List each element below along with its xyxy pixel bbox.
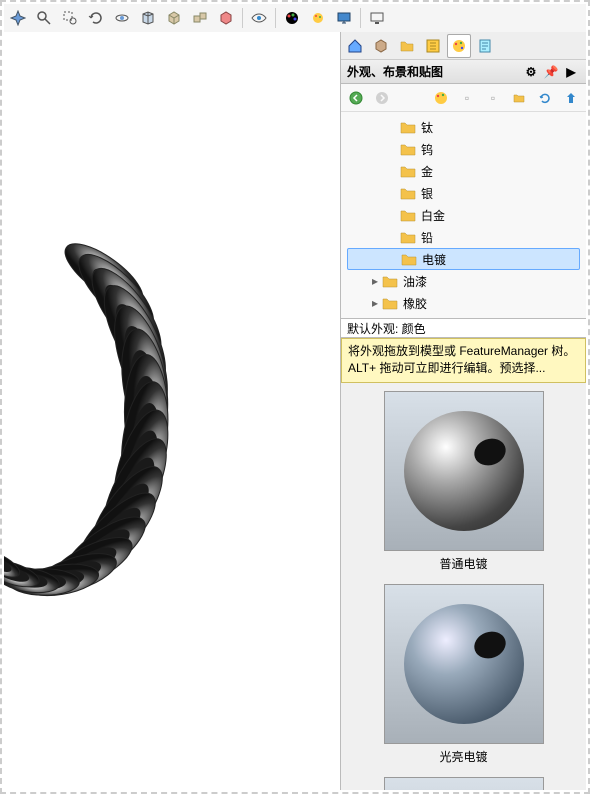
cube-icon[interactable] [162, 6, 186, 30]
tree-label: 钨 [421, 141, 433, 158]
tree-item-油漆[interactable]: ▸ 油漆 [347, 270, 580, 292]
compass-icon[interactable] [6, 6, 30, 30]
tree-item-钛[interactable]: 钛 [347, 116, 580, 138]
folder-icon [381, 296, 399, 310]
palette-icon[interactable] [280, 6, 304, 30]
eye-icon[interactable] [247, 6, 271, 30]
box1-icon[interactable]: ▫ [456, 87, 478, 109]
nav-back-icon[interactable] [345, 87, 367, 109]
rotate-icon[interactable] [84, 6, 108, 30]
preview-普通电镀[interactable]: 普通电镀 [349, 391, 578, 572]
preview-thumb[interactable] [384, 584, 544, 744]
folder-icon [399, 142, 417, 156]
tree-item-电镀[interactable]: 电镀 [347, 248, 580, 270]
box2-icon[interactable]: ▫ [482, 87, 504, 109]
preview-item[interactable] [349, 777, 578, 790]
tree-item-铅[interactable]: 铅 [347, 226, 580, 248]
preview-label: 普通电镀 [349, 555, 578, 572]
main-toolbar [4, 4, 586, 32]
zoom-area-icon[interactable] [58, 6, 82, 30]
folder-icon [381, 274, 399, 288]
folder-icon [399, 208, 417, 222]
preview-label: 光亮电镀 [349, 748, 578, 765]
help-tooltip: 将外观拖放到模型或 FeatureManager 树。ALT+ 拖动可立即进行编… [341, 338, 586, 383]
preview-area[interactable]: 普通电镀光亮电镀 [341, 383, 586, 790]
default-appearance-label: 默认外观: 颜色 [341, 318, 586, 338]
folder-tab-icon[interactable] [395, 34, 419, 58]
tree-label: 油漆 [403, 273, 427, 290]
tree-label: 银 [421, 185, 433, 202]
tree-label: 电镀 [422, 251, 446, 268]
tree-label: 钛 [421, 119, 433, 136]
appearance-tab-icon[interactable] [447, 34, 471, 58]
preview-thumb[interactable] [384, 391, 544, 551]
section-icon[interactable] [136, 6, 160, 30]
tree-item-金[interactable]: 金 [347, 160, 580, 182]
folder-icon [399, 186, 417, 200]
task-pane-tabs [341, 32, 586, 60]
palette-nav-icon[interactable] [430, 87, 452, 109]
display-icon[interactable] [332, 6, 356, 30]
preview-光亮电镀[interactable]: 光亮电镀 [349, 584, 578, 765]
nav-row: ▫ ▫ [341, 84, 586, 112]
tree-label: 白金 [421, 207, 445, 224]
nav-fwd-icon[interactable] [371, 87, 393, 109]
monitor-icon[interactable] [365, 6, 389, 30]
folder-icon [399, 164, 417, 178]
folder-icon [399, 230, 417, 244]
expand-icon[interactable]: ▸ [369, 296, 381, 310]
tree-label: 橡胶 [403, 295, 427, 312]
config-tab-icon[interactable] [421, 34, 445, 58]
color-cube-icon[interactable] [214, 6, 238, 30]
notes-tab-icon[interactable] [473, 34, 497, 58]
refresh-icon[interactable] [534, 87, 556, 109]
folder-icon [400, 252, 418, 266]
appearance-icon[interactable] [306, 6, 330, 30]
spring-model: (function(){ var g=document.getElementBy… [4, 62, 324, 762]
expand-icon[interactable]: ▸ [369, 274, 381, 288]
panel-title: 外观、布景和贴图 [347, 63, 443, 80]
assembly-tab-icon[interactable] [369, 34, 393, 58]
tree-item-白金[interactable]: 白金 [347, 204, 580, 226]
tree-item-钨[interactable]: 钨 [347, 138, 580, 160]
up-arrow-icon[interactable] [560, 87, 582, 109]
multi-cube-icon[interactable] [188, 6, 212, 30]
folder-icon [399, 120, 417, 134]
pin-icon[interactable]: 📌 [542, 63, 560, 81]
folder-nav-icon[interactable] [508, 87, 530, 109]
orbit-icon[interactable] [110, 6, 134, 30]
preview-thumb[interactable] [384, 777, 544, 790]
tree-label: 铅 [421, 229, 433, 246]
home-tab-icon[interactable] [343, 34, 367, 58]
appearance-tree[interactable]: 钛钨金银白金铅电镀 ▸ 油漆 ▸ 橡胶 [341, 112, 586, 318]
zoom-icon[interactable] [32, 6, 56, 30]
task-pane: 外观、布景和贴图 ⚙ 📌 ▶ ▫ ▫ 钛钨金银白金铅电镀 ▸ 油漆 ▸ 橡胶 默认外观:… [340, 32, 586, 790]
tree-item-橡胶[interactable]: ▸ 橡胶 [347, 292, 580, 314]
panel-header: 外观、布景和贴图 ⚙ 📌 ▶ [341, 60, 586, 84]
viewport-3d[interactable]: (function(){ var g=document.getElementBy… [4, 32, 340, 790]
gear-icon[interactable]: ⚙ [522, 63, 540, 81]
tree-item-银[interactable]: 银 [347, 182, 580, 204]
collapse-icon[interactable]: ▶ [562, 63, 580, 81]
tree-label: 金 [421, 163, 433, 180]
